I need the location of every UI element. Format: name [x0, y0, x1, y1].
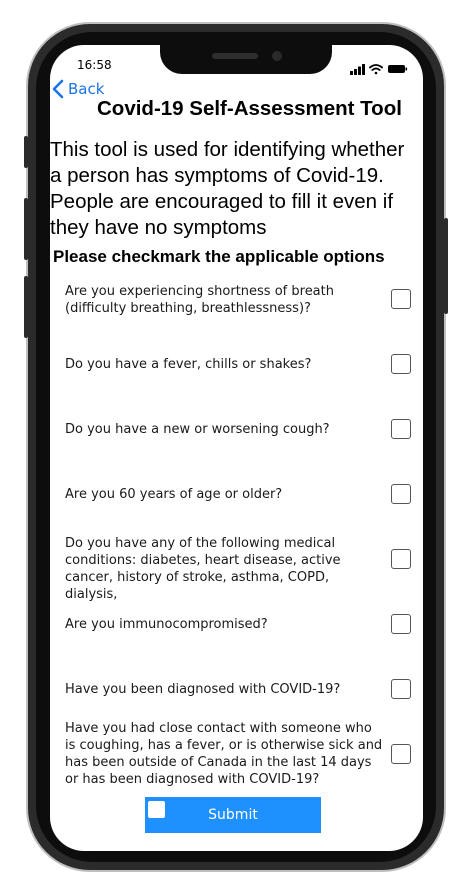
- notch: [160, 44, 332, 74]
- back-label: Back: [68, 80, 105, 98]
- battery-icon: [388, 65, 408, 73]
- status-icons: [350, 60, 408, 75]
- question-close-contact: Have you had close contact with someone …: [65, 721, 383, 787]
- submit-checkbox-icon: [148, 801, 165, 818]
- question-immunocompromised: Are you immunocompromised?: [65, 617, 268, 632]
- status-time: 16:58: [77, 58, 112, 72]
- checkbox-fever[interactable]: [391, 354, 411, 374]
- question-diagnosed: Have you been diagnosed with COVID-19?: [65, 682, 341, 697]
- checkbox-medical-conditions[interactable]: [391, 549, 411, 569]
- question-age: Are you 60 years of age or older?: [65, 487, 283, 502]
- checkbox-age[interactable]: [391, 484, 411, 504]
- instruction-text: Please checkmark the applicable options: [53, 247, 385, 266]
- side-button-volume-up: [24, 198, 28, 260]
- speaker-grille: [212, 53, 258, 59]
- question-medical-conditions: Do you have any of the following medical…: [65, 536, 341, 602]
- submit-button[interactable]: Submit: [145, 797, 321, 833]
- signal-icon: [350, 64, 365, 75]
- question-cough: Do you have a new or worsening cough?: [65, 422, 330, 437]
- side-button-mute: [24, 136, 28, 168]
- checkbox-close-contact[interactable]: [391, 744, 411, 764]
- checkbox-cough[interactable]: [391, 419, 411, 439]
- submit-label: Submit: [208, 807, 258, 823]
- wifi-icon: [369, 64, 383, 75]
- checkbox-diagnosed[interactable]: [391, 679, 411, 699]
- question-shortness-of-breath: Are you experiencing shortness of breath…: [65, 284, 334, 316]
- chevron-left-icon: [52, 79, 64, 99]
- page-title: Covid-19 Self-Assessment Tool: [97, 97, 402, 120]
- question-fever: Do you have a fever, chills or shakes?: [65, 357, 312, 372]
- back-button[interactable]: Back: [52, 79, 104, 99]
- side-button-volume-down: [24, 276, 28, 338]
- checkbox-immunocompromised[interactable]: [391, 614, 411, 634]
- side-button-power: [444, 218, 448, 314]
- intro-text: This tool is used for identifying whethe…: [50, 138, 405, 239]
- front-camera: [272, 51, 282, 61]
- checkbox-shortness-of-breath[interactable]: [391, 289, 411, 309]
